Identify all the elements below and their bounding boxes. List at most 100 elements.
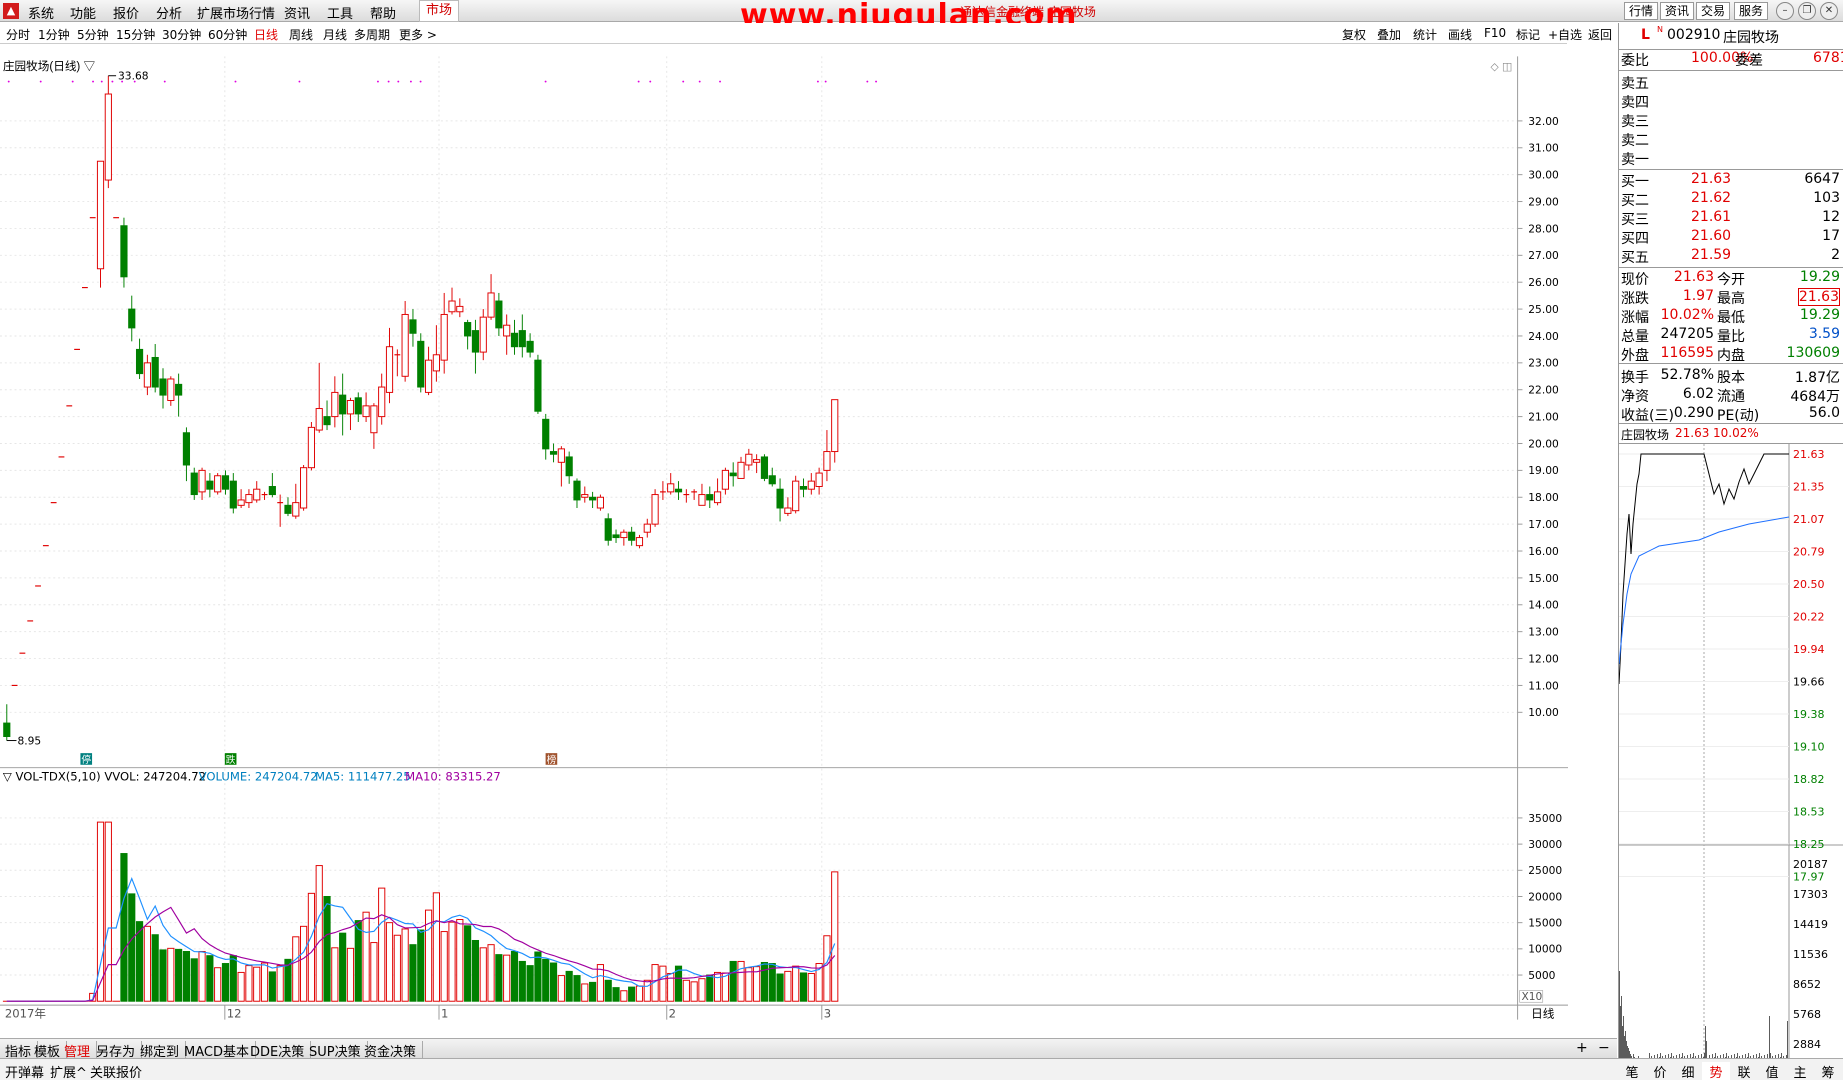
wb-label: 委比 xyxy=(1621,53,1649,69)
menu-tools[interactable]: 工具 xyxy=(327,3,353,22)
market-button[interactable]: 市场 xyxy=(419,0,459,22)
menu-system[interactable]: 系统 xyxy=(28,3,54,22)
restore-icon[interactable]: ❐ xyxy=(1798,2,1816,20)
period-tab-1min[interactable]: 1分钟 xyxy=(38,26,70,43)
volume-bar xyxy=(682,979,690,1002)
marker-list[interactable]: 榜 xyxy=(547,753,557,766)
menu-analysis[interactable]: 分析 xyxy=(156,3,182,22)
chart-corner-icons[interactable]: ◇ ◫ xyxy=(1490,60,1512,73)
candle-body xyxy=(526,340,534,353)
volume-bar xyxy=(346,947,355,1002)
stat-value: 6.02 xyxy=(1682,386,1714,402)
volume-bar xyxy=(503,954,511,1002)
tab-value[interactable]: 值 xyxy=(1758,1062,1786,1081)
btn-back[interactable]: 返回 xyxy=(1588,26,1612,43)
btn-related-quote[interactable]: 关联报价 xyxy=(90,1062,142,1081)
price-tick: 11.00 xyxy=(1528,679,1559,692)
price-tick: 18.00 xyxy=(1528,491,1559,504)
top-btn-news[interactable]: 资讯 xyxy=(1660,2,1694,20)
mini-vol-tick: 5768 xyxy=(1793,1008,1821,1021)
volume-bar xyxy=(604,979,612,1002)
period-tab-more[interactable]: 更多 > xyxy=(399,26,437,43)
menu-function[interactable]: 功能 xyxy=(70,3,96,22)
tab-price[interactable]: 价 xyxy=(1646,1062,1674,1081)
btn-extend[interactable]: 扩展^ xyxy=(50,1062,87,1081)
candle-body xyxy=(167,378,175,401)
volume-bar xyxy=(167,947,175,1002)
volume-bar xyxy=(175,948,183,1002)
stat-label: 最低 xyxy=(1717,310,1745,326)
btn-add-watch[interactable]: +自选 xyxy=(1548,26,1582,43)
menu-ext-market[interactable]: 扩展市场行情 xyxy=(197,3,275,22)
stock-code: 002910 xyxy=(1667,27,1721,43)
period-tab-15min[interactable]: 15分钟 xyxy=(116,26,155,43)
btn-restore-rights[interactable]: 复权 xyxy=(1342,26,1366,43)
btn-f10[interactable]: F10 xyxy=(1484,26,1506,40)
btn-overlay[interactable]: 叠加 xyxy=(1377,26,1401,43)
menu-news[interactable]: 资讯 xyxy=(284,3,310,22)
volume-bar xyxy=(471,939,480,1002)
candle-body xyxy=(456,305,464,313)
btn-draw-line[interactable]: 画线 xyxy=(1448,26,1472,43)
tab-trades[interactable]: 笔 xyxy=(1618,1062,1646,1081)
zoom-in-icon[interactable]: + xyxy=(1576,1040,1588,1056)
stat-label: 涨幅 xyxy=(1621,310,1649,326)
candle-body xyxy=(135,348,144,375)
close-icon[interactable]: ✕ xyxy=(1820,2,1838,20)
menu-quote[interactable]: 报价 xyxy=(113,3,139,22)
volume-bar xyxy=(417,929,425,1002)
volume-bar xyxy=(807,972,815,1002)
period-tab-weekly[interactable]: 周线 xyxy=(289,26,313,43)
period-tab-30min[interactable]: 30分钟 xyxy=(162,26,201,43)
price-tick: 22.00 xyxy=(1528,384,1559,397)
top-btn-trade[interactable]: 交易 xyxy=(1696,2,1730,20)
app-logo-icon[interactable]: ▲ xyxy=(3,3,19,19)
volume-tick: 10000 xyxy=(1528,943,1562,956)
tab-trend[interactable]: 势 xyxy=(1702,1062,1730,1081)
candle-body xyxy=(745,453,753,466)
btn-statistics[interactable]: 统计 xyxy=(1413,26,1437,43)
sell1-label: 卖一 xyxy=(1621,152,1649,168)
volume-bar xyxy=(120,853,128,1002)
volume-bar xyxy=(549,962,558,1002)
menu-help[interactable]: 帮助 xyxy=(370,3,396,22)
btn-danmaku[interactable]: 开弹幕 xyxy=(5,1062,44,1081)
intraday-mini-chart[interactable]: 21.63 21.35 21.07 20.79 20.50 20.22 19.94 19.66… xyxy=(1619,444,1843,1074)
period-tab-multi[interactable]: 多周期 xyxy=(354,26,390,43)
period-tab-60min[interactable]: 60分钟 xyxy=(208,26,247,43)
kline-chart[interactable]: 庄园牧场(日线) ▽ ◇ ◫ 32.00 31.00 30.00 29.00 28.00… xyxy=(0,44,1568,1032)
candle-body xyxy=(589,496,597,501)
signal-dot xyxy=(71,80,74,83)
volume-bar xyxy=(737,960,745,1002)
period-tab-daily[interactable]: 日线 xyxy=(254,26,278,43)
tab-link[interactable]: 联 xyxy=(1730,1062,1758,1081)
btn-mark[interactable]: 标记 xyxy=(1516,26,1540,43)
candle-body xyxy=(495,300,503,329)
price-tick: 20.00 xyxy=(1528,437,1559,450)
volume-bar xyxy=(182,950,191,1002)
sell4-label: 卖四 xyxy=(1621,95,1649,111)
period-tab-fenshi[interactable]: 分时 xyxy=(6,26,30,43)
volume-bar xyxy=(300,925,308,1002)
zoom-out-icon[interactable]: − xyxy=(1598,1040,1610,1056)
candle-body xyxy=(362,405,370,418)
price-tick: 10.00 xyxy=(1528,706,1559,719)
tab-chips[interactable]: 筹 xyxy=(1814,1062,1842,1081)
top-btn-market[interactable]: 行情 xyxy=(1624,2,1658,20)
volume-bar xyxy=(510,950,519,1002)
xaxis-label-mar: 3 xyxy=(824,1007,831,1021)
top-btn-service[interactable]: 服务 xyxy=(1734,2,1768,20)
volume-bar xyxy=(464,925,472,1002)
period-tab-5min[interactable]: 5分钟 xyxy=(77,26,109,43)
marker-drop[interactable]: 跌 xyxy=(226,753,236,766)
quote-panel: L N 002910 庄园牧场 委比 100.00% 委差 6781 卖五 卖四… xyxy=(1618,23,1843,1074)
marker-halt[interactable]: 停 xyxy=(81,753,91,766)
tab-main[interactable]: 主 xyxy=(1786,1062,1814,1081)
period-tab-monthly[interactable]: 月线 xyxy=(323,26,347,43)
volume-bar xyxy=(401,928,409,1002)
tab-detail[interactable]: 细 xyxy=(1674,1062,1702,1081)
candle-body xyxy=(628,531,636,541)
volume-bar xyxy=(792,965,800,1002)
volume-bar xyxy=(698,978,706,1002)
minimize-icon[interactable]: – xyxy=(1776,2,1794,20)
